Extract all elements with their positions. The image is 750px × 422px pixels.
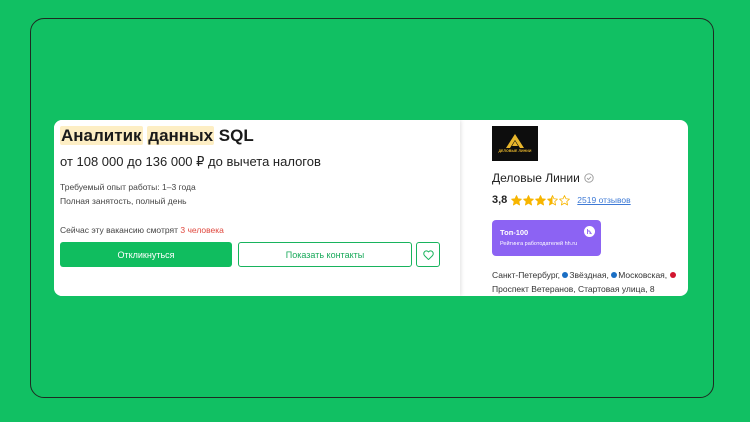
employment-text: Полная занятость, полный день <box>60 196 187 206</box>
viewers-text: Сейчас эту вакансию смотрят 3 человека <box>60 225 224 235</box>
company-section: ДЕЛОВЫЕ ЛИНИИ Деловые Линии 3,8 2519 отз… <box>491 120 688 296</box>
company-logo[interactable]: ДЕЛОВЫЕ ЛИНИИ <box>492 126 538 161</box>
title-highlight-1: Аналитик <box>60 126 143 145</box>
company-name: Деловые Линии <box>492 171 580 185</box>
logo-mark-icon <box>506 134 524 148</box>
rating-stars <box>511 194 571 206</box>
company-name-row[interactable]: Деловые Линии <box>492 171 594 185</box>
title-highlight-2: данных <box>147 126 215 145</box>
star-icon <box>511 194 523 205</box>
viewers-prefix: Сейчас эту вакансию смотрят <box>60 225 178 235</box>
star-icon <box>523 194 535 205</box>
company-address: Санкт-Петербург, Звёздная, Московская, П… <box>492 268 688 296</box>
star-icon <box>559 194 571 205</box>
metro-station-1: Звёздная, <box>569 270 609 280</box>
viewers-count: 3 человека <box>180 225 224 235</box>
vacancy-card: Аналитик данных SQL от 108 000 до 136 00… <box>54 120 688 296</box>
address-city: Санкт-Петербург, <box>492 270 560 280</box>
experience-text: Требуемый опыт работы: 1–3 года <box>60 182 196 192</box>
vacancy-section: Аналитик данных SQL от 108 000 до 136 00… <box>54 120 460 296</box>
check-circle-icon <box>584 173 594 183</box>
rating-value: 3,8 <box>492 194 508 206</box>
badge-title: Топ-100 <box>500 228 529 237</box>
show-contacts-button[interactable]: Показать контакты <box>238 242 412 267</box>
heart-icon <box>422 249 434 260</box>
address-street: Стартовая улица, 8 <box>577 284 655 294</box>
favorite-button[interactable] <box>416 242 440 267</box>
metro-line-icon <box>562 272 569 278</box>
apply-button[interactable]: Откликнуться <box>60 242 232 267</box>
rating-row: 3,8 2519 отзывов <box>492 194 631 206</box>
star-icon <box>535 194 547 205</box>
metro-line-icon <box>669 272 676 278</box>
metro-line-icon <box>611 272 618 278</box>
vacancy-title[interactable]: Аналитик данных SQL <box>60 125 254 147</box>
star-icon <box>547 194 559 205</box>
hh-icon <box>584 226 595 237</box>
title-word-3: SQL <box>218 126 254 145</box>
salary: от 108 000 до 136 000 ₽ до вычета налого… <box>60 154 321 169</box>
logo-text: ДЕЛОВЫЕ ЛИНИИ <box>498 149 532 153</box>
top100-badge[interactable]: Топ-100 Рейтинга работодателей hh.ru <box>492 220 601 256</box>
metro-station-2: Московская, <box>618 270 668 280</box>
reviews-link[interactable]: 2519 отзывов <box>577 195 630 205</box>
metro-station-3: Проспект Ветеранов, <box>492 284 576 294</box>
badge-subtitle: Рейтинга работодателей hh.ru <box>500 241 578 247</box>
